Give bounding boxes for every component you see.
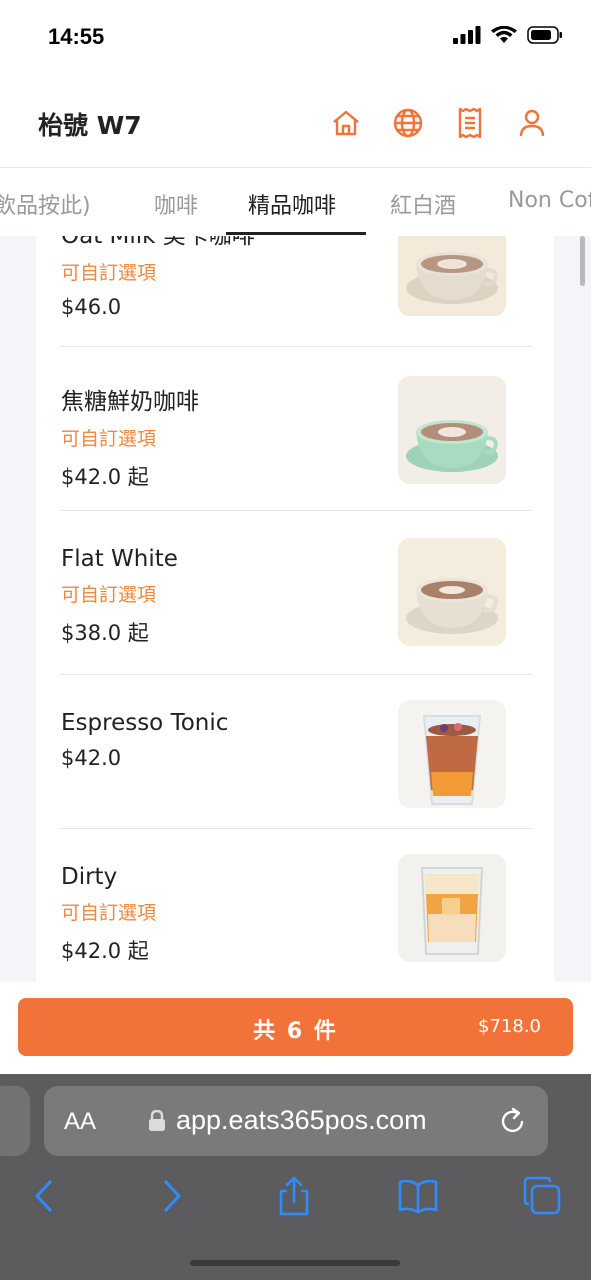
globe-icon[interactable]	[389, 104, 427, 142]
signal-icon	[453, 26, 481, 44]
store-table-name: 枱號 W7	[38, 111, 142, 140]
back-icon[interactable]	[22, 1174, 66, 1218]
status-bar: 14:55	[0, 0, 591, 76]
item-divider	[61, 828, 531, 829]
cart-bar: 共 6 件 $718.0	[0, 982, 591, 1074]
tab-non-coffee[interactable]: Non Coffee	[508, 188, 591, 213]
status-time: 14:55	[48, 24, 105, 49]
share-icon[interactable]	[272, 1174, 316, 1218]
home-indicator	[190, 1260, 400, 1266]
reload-icon[interactable]	[498, 1106, 528, 1136]
lock-icon	[149, 1110, 165, 1131]
item-image[interactable]	[398, 376, 506, 484]
previous-tab-edge[interactable]	[0, 1086, 30, 1156]
item-divider	[61, 674, 531, 675]
tab-wine[interactable]: 紅白酒	[390, 188, 456, 220]
active-tab-underline	[226, 232, 366, 235]
scroll-indicator[interactable]	[580, 236, 585, 286]
tab-coffee[interactable]: 咖啡	[154, 188, 198, 220]
tab-specialty-coffee[interactable]: 精品咖啡	[248, 188, 336, 220]
receipt-icon[interactable]	[451, 104, 489, 142]
wifi-icon	[491, 26, 517, 43]
item-image[interactable]	[398, 236, 506, 316]
tabs-icon[interactable]	[520, 1174, 564, 1218]
home-icon[interactable]	[327, 104, 365, 142]
battery-icon	[527, 26, 562, 44]
user-icon[interactable]	[513, 104, 551, 142]
aa-label: AA	[64, 1108, 97, 1135]
browser-nav-row	[0, 1174, 591, 1218]
cart-total: $718.0	[478, 1016, 541, 1037]
page-header: 枱號 W7	[0, 76, 591, 168]
category-tabs: 飲品按此) 咖啡 精品咖啡 紅白酒 Non Coffee	[0, 168, 591, 236]
address-bar[interactable]: AA app.eats365pos.com	[44, 1086, 548, 1156]
item-image[interactable]	[398, 854, 506, 962]
item-divider	[61, 510, 531, 511]
url-text: app.eats365pos.com	[176, 1105, 427, 1135]
forward-icon[interactable]	[150, 1174, 194, 1218]
status-icons	[453, 26, 563, 44]
tab-drinks-note[interactable]: 飲品按此)	[0, 188, 91, 220]
text-size-button[interactable]: AA	[64, 1108, 96, 1136]
browser-toolbar: AA app.eats365pos.com	[0, 1074, 591, 1280]
item-image[interactable]	[398, 538, 506, 646]
bookmarks-icon[interactable]	[396, 1174, 440, 1218]
menu-list: Oat Milk 美卡咖啡 可自訂選項 $46.0 焦糖鮮奶咖啡 可自訂選項 $…	[36, 236, 554, 982]
view-cart-button[interactable]: 共 6 件 $718.0	[18, 998, 573, 1056]
item-image[interactable]	[398, 700, 506, 808]
item-divider	[61, 346, 531, 347]
header-icons	[327, 104, 551, 142]
